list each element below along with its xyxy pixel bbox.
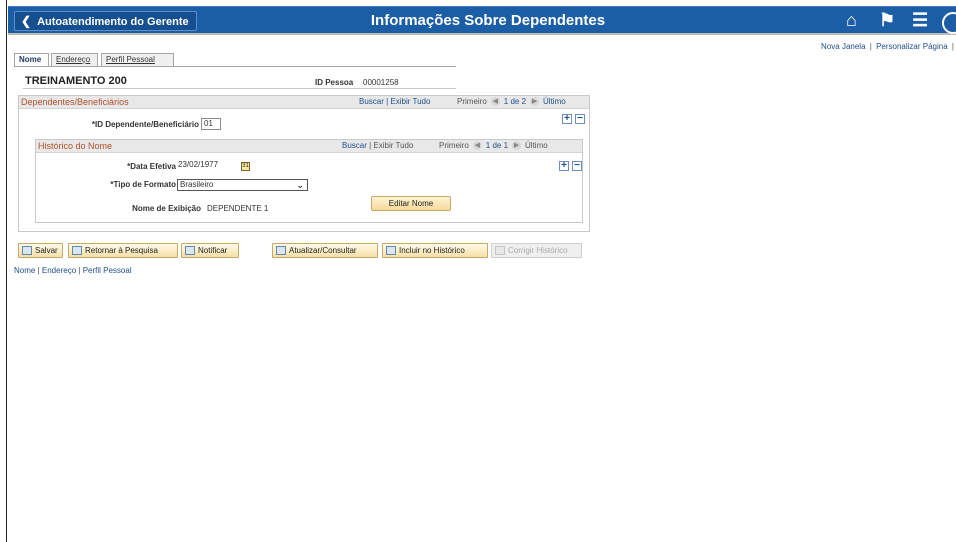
home-icon[interactable]: ⌂: [846, 10, 857, 31]
add-row-icon[interactable]: +: [559, 161, 569, 171]
top-navigation-bar: ❮ Autoatendimento do Gerente Informações …: [8, 6, 956, 35]
display-name-value: DEPENDENTE 1: [207, 204, 269, 213]
return-to-search-label: Retornar à Pesquisa: [85, 246, 158, 255]
update-display-label: Atualizar/Consultar: [289, 246, 357, 255]
dependent-id-label: *ID Dependente/Beneficiário: [91, 120, 199, 129]
separator: |: [78, 266, 81, 275]
employee-name-divider: [23, 88, 456, 89]
nav-first-label[interactable]: Primeiro: [457, 97, 487, 106]
dependents-pagination: Primeiro ◀ 1 de 2 ▶ Último: [457, 97, 566, 107]
nav-next-icon[interactable]: ▶: [512, 141, 522, 151]
display-name-label: Nome de Exibição: [132, 204, 201, 213]
include-history-button[interactable]: Incluir no Histórico: [382, 243, 488, 258]
chevron-left-icon: ❮: [21, 14, 32, 28]
person-id-label: ID Pessoa: [315, 78, 354, 87]
back-button-label: Autoatendimento do Gerente: [37, 16, 189, 28]
name-history-header: Histórico do Nome Buscar | Exibir Tudo P…: [36, 140, 582, 153]
edit-name-button[interactable]: Editar Nome: [371, 196, 451, 211]
dependents-search-links[interactable]: Buscar | Exibir Tudo: [359, 97, 430, 106]
nav-last-label[interactable]: Último: [525, 141, 548, 150]
page-title: Informações Sobre Dependentes: [370, 12, 606, 29]
remove-row-icon[interactable]: −: [575, 114, 585, 124]
format-type-value: Brasileiro: [180, 180, 214, 189]
tab-nome[interactable]: Nome: [14, 53, 49, 66]
nav-icon[interactable]: [942, 12, 956, 34]
correct-history-icon: [495, 246, 505, 255]
utility-links: Nova Janela | Personalizar Página |: [821, 42, 956, 51]
nav-prev-icon[interactable]: ◀: [472, 141, 482, 151]
nav-first-label[interactable]: Primeiro: [439, 141, 469, 150]
person-id-value: 00001258: [363, 78, 399, 87]
dependents-title: Dependentes/Beneficiários: [21, 97, 129, 107]
employee-name: TREINAMENTO 200: [25, 75, 127, 87]
personalize-page-link[interactable]: Personalizar Página: [876, 42, 948, 51]
update-display-button[interactable]: Atualizar/Consultar: [272, 243, 378, 258]
view-all-link[interactable]: Exibir Tudo: [373, 141, 413, 150]
add-row-icon[interactable]: +: [562, 114, 572, 124]
nav-count: 1 de 2: [503, 97, 527, 106]
correct-history-label: Corrigir Histórico: [508, 246, 568, 255]
bottom-page-links: Nome | Endereço | Perfil Pessoal: [14, 266, 132, 275]
save-icon: [22, 246, 32, 255]
format-type-select[interactable]: Brasileiro ⌄: [177, 179, 308, 191]
separator: |: [869, 42, 872, 51]
tab-perfil-pessoal[interactable]: Perfil Pessoal: [101, 53, 174, 66]
flag-icon[interactable]: ⚑: [879, 10, 895, 31]
include-history-icon: [386, 246, 396, 255]
nav-last-label[interactable]: Último: [543, 97, 566, 106]
bottom-link-perfil-pessoal[interactable]: Perfil Pessoal: [83, 266, 132, 275]
back-button[interactable]: ❮ Autoatendimento do Gerente: [14, 11, 197, 31]
dependents-header: Dependentes/Beneficiários Buscar | Exibi…: [19, 96, 589, 109]
format-type-label: *Tipo de Formato: [110, 180, 176, 189]
nav-next-icon[interactable]: ▶: [530, 97, 540, 107]
menu-icon[interactable]: ☰: [912, 10, 928, 31]
return-to-search-button[interactable]: Retornar à Pesquisa: [68, 243, 178, 258]
calendar-icon[interactable]: 31: [241, 162, 250, 171]
tab-endereco[interactable]: Endereço: [51, 53, 98, 66]
effective-date-field[interactable]: 23/02/1977: [177, 160, 237, 172]
update-display-icon: [276, 246, 286, 255]
notify-icon: [185, 246, 195, 255]
separator: |: [37, 266, 40, 275]
name-history-links: Buscar | Exibir Tudo: [342, 141, 414, 150]
name-history-section: Histórico do Nome Buscar | Exibir Tudo P…: [35, 139, 583, 223]
new-window-link[interactable]: Nova Janela: [821, 42, 865, 51]
return-search-icon: [72, 246, 82, 255]
notify-button[interactable]: Notificar: [181, 243, 239, 258]
dependent-id-field[interactable]: 01: [201, 118, 221, 130]
dependents-section: Dependentes/Beneficiários Buscar | Exibi…: [18, 95, 590, 232]
search-link[interactable]: Buscar: [342, 141, 367, 150]
bottom-link-nome[interactable]: Nome: [14, 266, 35, 275]
name-history-title: Histórico do Nome: [38, 141, 113, 151]
include-history-label: Incluir no Histórico: [399, 246, 465, 255]
bottom-link-endereco[interactable]: Endereço: [42, 266, 76, 275]
notify-label: Notificar: [198, 246, 228, 255]
chevron-down-icon: ⌄: [296, 180, 304, 190]
save-button[interactable]: Salvar: [18, 243, 63, 258]
window-frame-left: [0, 0, 7, 542]
nav-prev-icon[interactable]: ◀: [490, 97, 500, 107]
name-history-pagination: Primeiro ◀ 1 de 1 ▶ Último: [439, 141, 548, 151]
remove-row-icon[interactable]: −: [572, 161, 582, 171]
correct-history-button: Corrigir Histórico: [491, 243, 582, 258]
nav-count: 1 de 1: [485, 141, 509, 150]
effective-date-label: *Data Efetiva: [127, 162, 176, 171]
tab-divider: [14, 66, 456, 67]
save-label: Salvar: [35, 246, 58, 255]
separator: |: [951, 42, 954, 51]
